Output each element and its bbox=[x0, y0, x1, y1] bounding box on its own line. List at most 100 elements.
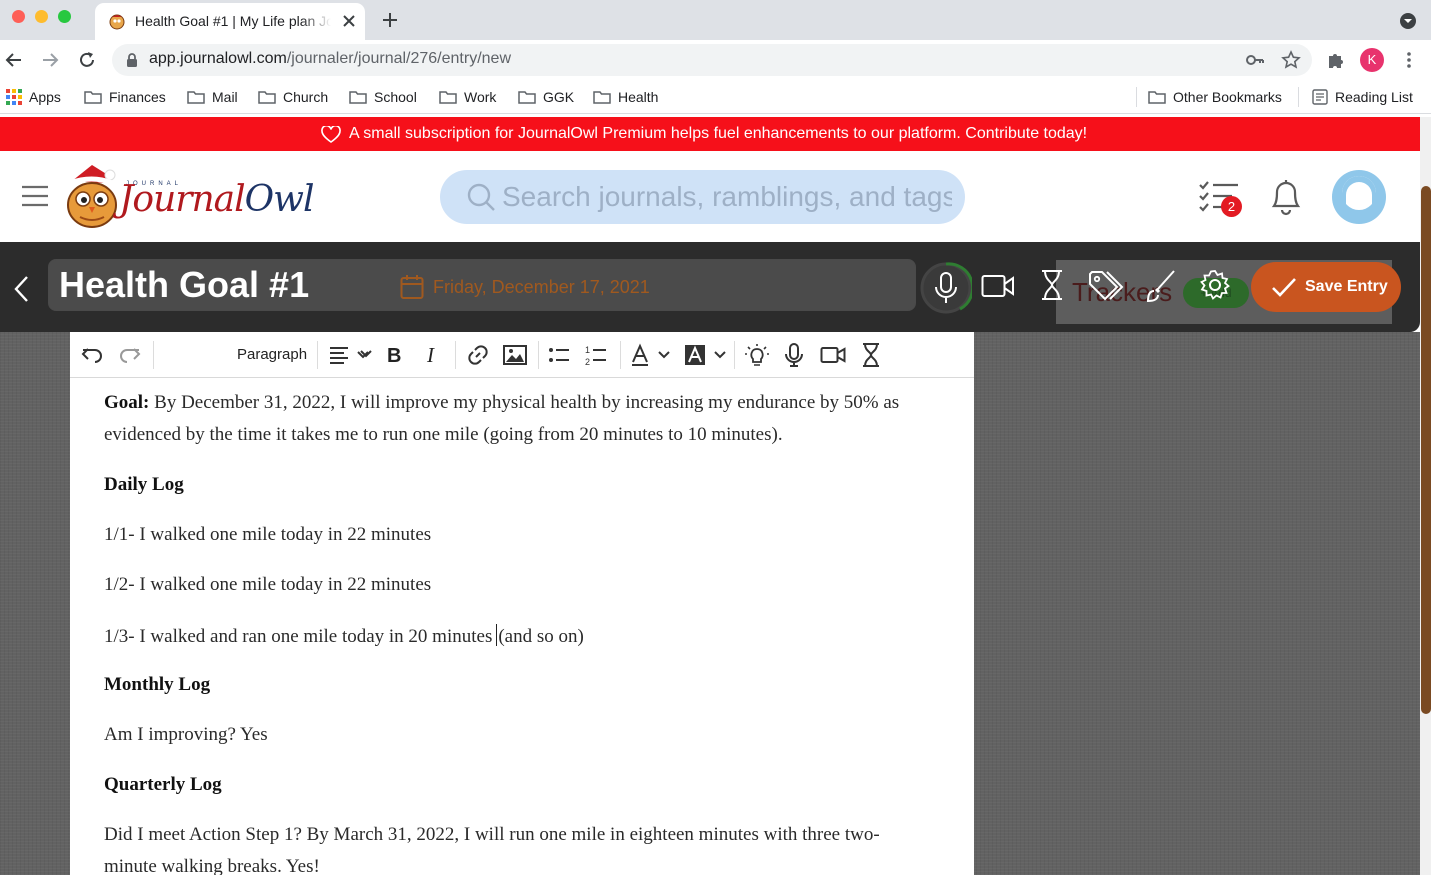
notifications-bell-icon[interactable] bbox=[1268, 178, 1304, 216]
key-icon[interactable] bbox=[1244, 49, 1266, 71]
folder-icon bbox=[1148, 91, 1166, 104]
premium-banner[interactable]: A small subscription for JournalOwl Prem… bbox=[0, 117, 1420, 151]
minimize-window-button[interactable] bbox=[35, 10, 48, 23]
forward-arrow-icon[interactable] bbox=[39, 49, 61, 71]
save-entry-button[interactable]: Save Entry bbox=[1251, 262, 1401, 312]
link-icon[interactable] bbox=[466, 343, 490, 367]
bookmark-label: Reading List bbox=[1335, 89, 1413, 105]
back-arrow-icon[interactable] bbox=[3, 49, 25, 71]
idea-icon[interactable] bbox=[744, 343, 770, 367]
tags-icon[interactable] bbox=[1088, 270, 1124, 302]
browser-tab-active[interactable]: Health Goal #1 | My Life plan Journal bbox=[95, 3, 365, 40]
reading-list-button[interactable]: Reading List bbox=[1312, 88, 1413, 106]
new-tab-icon[interactable] bbox=[380, 10, 400, 30]
svg-text:1: 1 bbox=[585, 345, 590, 355]
tab-search-icon[interactable] bbox=[1398, 11, 1418, 31]
text-color-icon[interactable] bbox=[630, 343, 672, 367]
logo-owl-text: Owl bbox=[244, 179, 315, 220]
search-input[interactable] bbox=[502, 181, 952, 213]
heading-text: Quarterly Log bbox=[104, 774, 222, 795]
heart-icon bbox=[321, 126, 341, 143]
entry-date[interactable]: Friday, December 17, 2021 bbox=[433, 277, 650, 298]
checkmark-icon bbox=[1272, 278, 1296, 297]
zoom-window-button[interactable] bbox=[58, 10, 71, 23]
video-icon[interactable] bbox=[820, 343, 846, 367]
close-window-button[interactable] bbox=[12, 10, 25, 23]
extensions-puzzle-icon[interactable] bbox=[1325, 49, 1347, 71]
heading-text: Daily Log bbox=[104, 474, 184, 495]
bullet-list-icon[interactable] bbox=[547, 343, 571, 367]
site-header: JOURNAL JournalOwl 2 bbox=[0, 151, 1420, 242]
paintbrush-icon[interactable] bbox=[1145, 269, 1177, 303]
profile-avatar[interactable]: K bbox=[1360, 48, 1384, 72]
close-tab-icon[interactable] bbox=[340, 12, 358, 30]
highlight-color-icon[interactable] bbox=[684, 343, 728, 367]
entry-header-bar: Health Goal #1 Friday, December 17, 2021… bbox=[0, 242, 1420, 332]
undo-icon[interactable] bbox=[80, 343, 104, 367]
user-avatar-icon[interactable] bbox=[1331, 169, 1387, 225]
bookmark-health[interactable]: Health bbox=[593, 88, 658, 106]
align-icon[interactable] bbox=[328, 343, 374, 367]
bookmarks-divider bbox=[1136, 87, 1137, 107]
daily-log-heading: Daily Log bbox=[104, 474, 184, 496]
bookmark-star-icon[interactable] bbox=[1280, 49, 1302, 71]
image-icon[interactable] bbox=[502, 343, 528, 367]
bookmark-mail[interactable]: Mail bbox=[187, 88, 238, 106]
folder-icon bbox=[84, 91, 102, 104]
hamburger-menu-icon[interactable] bbox=[22, 185, 48, 207]
bookmark-work[interactable]: Work bbox=[439, 88, 496, 106]
entry-title[interactable]: Health Goal #1 bbox=[59, 264, 309, 306]
chrome-menu-icon[interactable] bbox=[1398, 49, 1420, 71]
lock-icon[interactable] bbox=[125, 52, 139, 68]
save-entry-label: Save Entry bbox=[1305, 278, 1388, 295]
browser-tab-strip: Health Goal #1 | My Life plan Journal bbox=[0, 0, 1431, 40]
italic-icon[interactable]: I bbox=[422, 343, 444, 367]
toolbar-divider bbox=[317, 341, 318, 369]
logo-wordmark: JournalOwl bbox=[119, 179, 315, 220]
goal-label: Goal: bbox=[104, 392, 150, 413]
bookmark-label: Work bbox=[464, 89, 497, 105]
hourglass-icon[interactable] bbox=[861, 343, 881, 367]
calendar-icon[interactable] bbox=[400, 274, 424, 300]
toolbar-divider bbox=[153, 341, 154, 369]
bookmark-church[interactable]: Church bbox=[258, 88, 328, 106]
quarterly-log-line1: Did I meet Action Step 1? By March 31, 2… bbox=[104, 824, 880, 845]
journalowl-logo[interactable]: JOURNAL JournalOwl bbox=[64, 163, 315, 229]
numbered-list-icon[interactable]: 1 2 bbox=[584, 343, 608, 367]
journalowl-favicon-icon bbox=[109, 14, 125, 30]
goal-paragraph-line2: evidenced by the time it takes me to run… bbox=[104, 424, 783, 445]
mic-icon[interactable] bbox=[783, 343, 805, 367]
toolbar-divider bbox=[538, 341, 539, 369]
quarterly-log-line2: minute walking breaks. Yes! bbox=[104, 856, 320, 875]
hourglass-icon[interactable] bbox=[1040, 269, 1064, 301]
bookmark-school[interactable]: School bbox=[349, 88, 417, 106]
reload-icon[interactable] bbox=[76, 49, 98, 71]
bookmark-ggk[interactable]: GGK bbox=[518, 88, 574, 106]
url-host: app.journalowl.com bbox=[149, 50, 287, 67]
back-chevron-icon[interactable] bbox=[12, 274, 32, 304]
folder-icon bbox=[258, 91, 276, 104]
daily-log-entry-3-text: 1/3- I walked and ran one mile today in … bbox=[104, 626, 493, 647]
settings-gear-icon[interactable] bbox=[1199, 269, 1231, 301]
bookmark-apps[interactable]: Apps bbox=[6, 88, 61, 106]
page-scrollbar-thumb[interactable] bbox=[1421, 186, 1431, 714]
toolbar-divider bbox=[455, 341, 456, 369]
video-camera-icon[interactable] bbox=[981, 274, 1015, 298]
daily-log-entry-3: 1/3- I walked and ran one mile today in … bbox=[104, 624, 584, 648]
bookmark-finances[interactable]: Finances bbox=[84, 88, 166, 106]
bookmarks-divider bbox=[1298, 87, 1299, 107]
browser-toolbar: app.journalowl.com/journaler/journal/276… bbox=[0, 40, 1431, 80]
owl-mascot-icon bbox=[67, 165, 117, 228]
redo-icon[interactable] bbox=[118, 343, 142, 367]
bookmark-label: Church bbox=[283, 89, 329, 105]
monthly-log-entry-1: Am I improving? Yes bbox=[104, 724, 268, 745]
svg-text:I: I bbox=[426, 343, 435, 367]
entry-editor[interactable]: Goal: By December 31, 2022, I will impro… bbox=[70, 378, 974, 875]
heading-text: Monthly Log bbox=[104, 674, 211, 695]
search-icon bbox=[467, 183, 495, 211]
bold-icon[interactable]: B bbox=[384, 343, 406, 367]
url-text[interactable]: app.journalowl.com/journaler/journal/276… bbox=[149, 50, 511, 68]
tasks-count-badge: 2 bbox=[1221, 196, 1242, 217]
bookmark-other-bookmarks[interactable]: Other Bookmarks bbox=[1148, 88, 1282, 106]
voice-record-mic-icon[interactable] bbox=[920, 262, 972, 314]
